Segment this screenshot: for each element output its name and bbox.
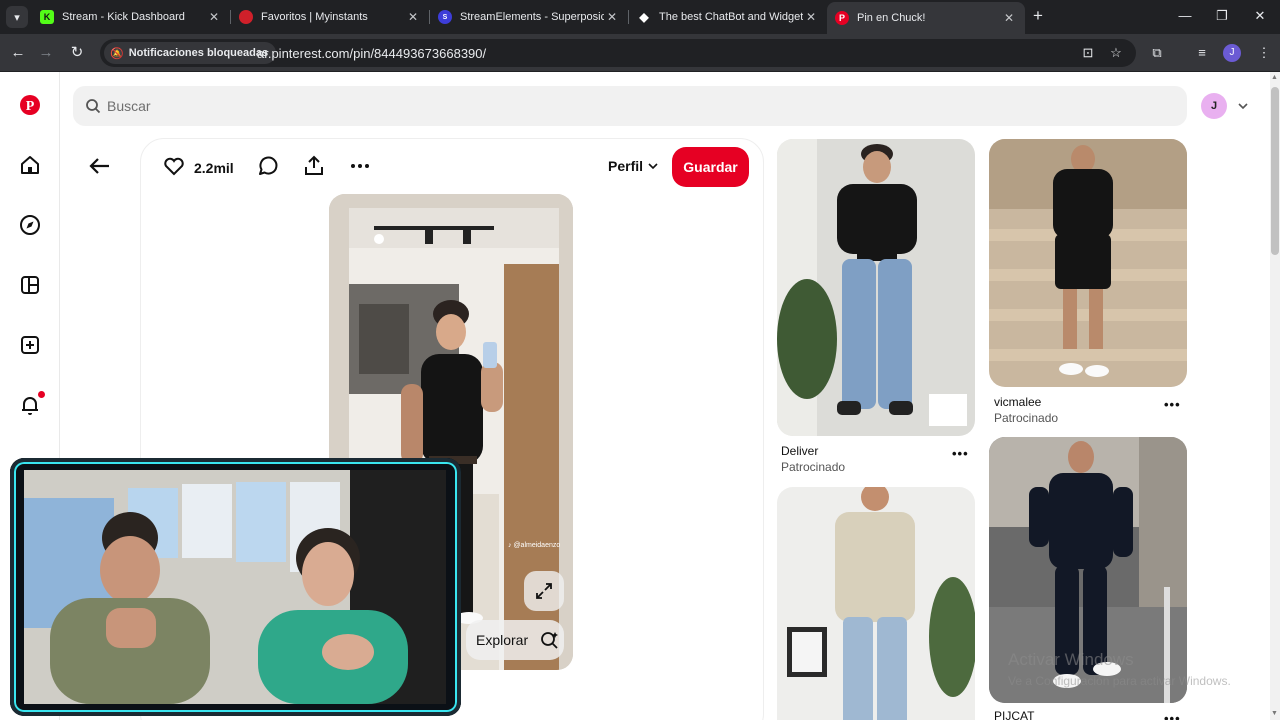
tab-title: StreamElements - Superposicio [460, 11, 604, 23]
feed-pin-meta: vicmalee Patrocinado [994, 395, 1058, 425]
profile-dropdown[interactable]: Perfil [608, 158, 659, 174]
search-input[interactable] [107, 86, 1107, 126]
share-icon[interactable] [302, 154, 326, 183]
pin-action-bar: 2.2mil [162, 154, 372, 182]
expand-icon[interactable] [524, 571, 564, 611]
browser-profile-avatar[interactable]: J [1223, 44, 1241, 62]
notifications-blocked-chip[interactable]: 🔕 Notificaciones bloqueadas [104, 42, 277, 64]
chip-label: Notificaciones bloqueadas [128, 47, 269, 59]
explore-compass-icon[interactable] [18, 213, 42, 237]
browser-menu-icon[interactable]: ⋮ [1254, 43, 1274, 63]
close-tab-icon[interactable]: ✕ [1001, 11, 1017, 25]
tab-title: Stream - Kick Dashboard [62, 11, 185, 23]
explore-label: Explorar [476, 632, 529, 648]
feed-pin-meta: PIJCAT [994, 709, 1034, 720]
install-app-icon[interactable]: ⊡ [1080, 45, 1096, 61]
tab-pinterest-active[interactable]: P Pin en Chuck! ✕ [827, 2, 1025, 34]
user-avatar[interactable]: J [1201, 93, 1227, 119]
tab-title: Pin en Chuck! [857, 12, 926, 24]
feed-pin-meta: Deliver Patrocinado [781, 444, 845, 474]
media-queue-icon[interactable]: ≡ [1192, 43, 1212, 63]
tab-title: Favoritos | Myinstants [261, 11, 368, 23]
feed-pin-more-icon[interactable]: ••• [952, 446, 969, 461]
feed-pin-more-icon[interactable]: ••• [1164, 711, 1181, 720]
close-tab-icon[interactable]: ✕ [405, 10, 421, 24]
feed-pin-more-icon[interactable]: ••• [1164, 397, 1181, 412]
forward-nav-icon[interactable]: → [36, 43, 56, 63]
notification-badge [38, 391, 45, 398]
kick-favicon-icon: K [40, 10, 54, 24]
pinterest-favicon-icon: P [835, 11, 849, 25]
feed-pin-image[interactable] [777, 139, 975, 436]
feed-pin-title[interactable]: vicmalee [994, 395, 1058, 409]
comment-icon[interactable] [256, 154, 280, 183]
scroll-up-arrow-icon[interactable]: ▲ [1271, 74, 1278, 81]
like-count: 2.2mil [194, 160, 234, 176]
feed-pin-image[interactable] [777, 487, 975, 720]
chevron-down-icon[interactable] [1236, 99, 1250, 118]
feed-pin-title[interactable]: Deliver [781, 444, 845, 458]
close-window-icon[interactable]: ✕ [1250, 6, 1270, 26]
heart-icon[interactable] [162, 154, 186, 183]
feed-pin-sponsored: Patrocinado [781, 460, 846, 474]
new-tab-plus-icon[interactable]: + [1028, 6, 1048, 26]
save-button[interactable]: Guardar [672, 147, 749, 187]
restore-window-icon[interactable]: ❐ [1212, 6, 1232, 26]
browser-toolbar: ← → ↻ 🔕 Notificaciones bloqueadas ar.pin… [0, 34, 1280, 72]
boards-icon[interactable] [18, 273, 42, 297]
bookmark-star-icon[interactable]: ☆ [1108, 45, 1124, 61]
webcam-overlay [10, 458, 461, 716]
tab-title: The best ChatBot and Widgets [659, 11, 803, 23]
back-arrow-icon[interactable] [88, 154, 112, 183]
streamelements-favicon-icon: S [438, 10, 452, 24]
feed-pin-sponsored: Patrocinado [994, 411, 1059, 425]
close-tab-icon[interactable]: ✕ [803, 10, 819, 24]
close-tab-icon[interactable]: ✕ [206, 10, 222, 24]
feed-pin-title[interactable]: PIJCAT [994, 709, 1034, 720]
address-bar[interactable]: 🔕 Notificaciones bloqueadas ar.pinterest… [100, 39, 1136, 67]
pinterest-logo-icon[interactable]: P [18, 93, 42, 117]
visual-search-icon [541, 632, 559, 649]
tab-myinstants[interactable]: Favoritos | Myinstants ✕ [231, 4, 429, 30]
bell-off-icon: 🔕 [110, 47, 124, 60]
browser-tab-strip: ▾ K Stream - Kick Dashboard ✕ Favoritos … [0, 0, 1280, 34]
back-nav-icon[interactable]: ← [8, 43, 28, 63]
create-plus-icon[interactable] [18, 333, 42, 357]
scroll-down-arrow-icon[interactable]: ▼ [1271, 710, 1278, 717]
svg-text:P: P [26, 99, 35, 114]
tab-streamelements[interactable]: S StreamElements - Superposicio ✕ [430, 4, 628, 30]
watermark-line1: Activar Windows [1008, 650, 1134, 669]
profile-label: Perfil [608, 158, 644, 174]
myinstants-favicon-icon [239, 10, 253, 24]
home-icon[interactable] [18, 153, 42, 177]
tab-search-button[interactable]: ▾ [6, 6, 28, 28]
tab-kick-dashboard[interactable]: K Stream - Kick Dashboard ✕ [32, 4, 230, 30]
diamond-favicon-icon: ◆ [639, 10, 649, 24]
search-icon [85, 98, 101, 119]
page-scrollbar[interactable]: ▲ ▼ [1270, 72, 1280, 720]
url-text[interactable]: ar.pinterest.com/pin/844493673668390/ [257, 46, 486, 61]
chevron-down-icon [648, 163, 658, 170]
minimize-window-icon[interactable]: — [1175, 6, 1195, 26]
search-bar[interactable] [73, 86, 1187, 126]
pin-watermark: ♪ @almeidaenzo [508, 542, 561, 549]
scrollbar-thumb[interactable] [1271, 87, 1279, 255]
feed-pin-image[interactable] [989, 139, 1187, 387]
webcam-frame-border [10, 458, 461, 716]
tab-chatbot-widgets[interactable]: ◆ The best ChatBot and Widgets ✕ [629, 4, 827, 30]
watermark-line2: Ve a Configuración para activar Windows. [1008, 674, 1231, 688]
explore-button[interactable]: Explorar [466, 620, 564, 660]
reload-icon[interactable]: ↻ [67, 43, 87, 63]
windows-activation-watermark: Activar Windows Ve a Configuración para … [1008, 650, 1231, 688]
extensions-puzzle-icon[interactable]: ⧉ [1147, 43, 1167, 63]
close-tab-icon[interactable]: ✕ [604, 10, 620, 24]
more-options-icon[interactable] [348, 154, 372, 183]
